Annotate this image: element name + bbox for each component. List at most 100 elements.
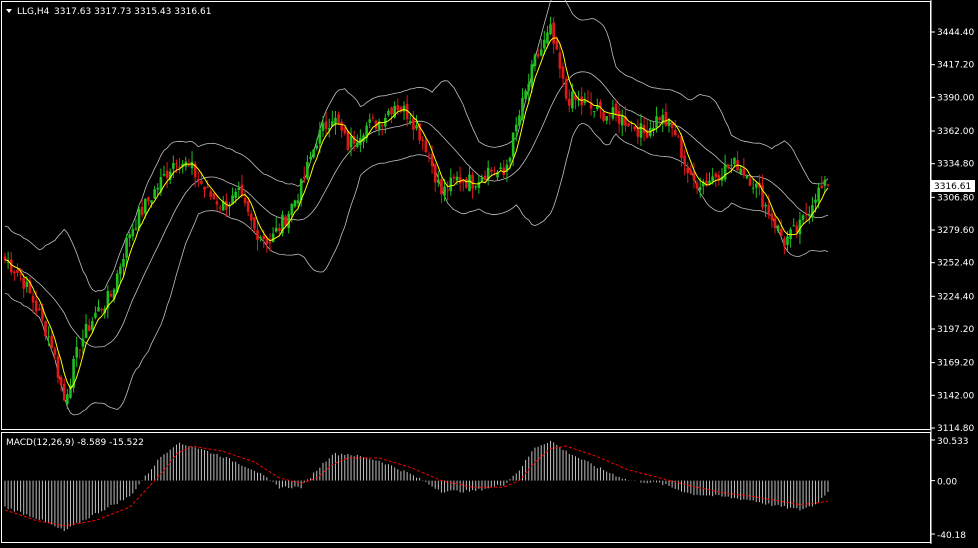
candle-body	[783, 238, 786, 247]
candle-body	[265, 238, 269, 244]
candle-body	[443, 186, 446, 196]
candle-body	[59, 377, 63, 385]
candle-body	[90, 320, 94, 330]
candle-body	[490, 169, 493, 172]
candle-body	[318, 129, 322, 144]
price-tick-label: 3197.20	[937, 325, 974, 335]
candle-body	[742, 168, 746, 176]
candle-body	[820, 185, 824, 189]
candle-body	[455, 176, 459, 181]
candle-body	[683, 155, 686, 165]
candle-body	[452, 176, 456, 179]
candle-body	[754, 183, 758, 188]
candle-body	[792, 225, 796, 227]
candle-body	[779, 228, 783, 236]
candle-body	[340, 122, 343, 131]
symbol-label: LLG,H4	[17, 7, 50, 17]
chart-window[interactable]: 3444.40 3417.20 3390.00 3362.00 3334.80 3306.…	[0, 0, 978, 544]
candle-body	[733, 157, 736, 165]
candle-body	[262, 235, 266, 240]
candle-body	[708, 180, 711, 184]
candle-body	[571, 91, 574, 109]
candle-body	[471, 174, 474, 189]
candle-body	[396, 105, 400, 111]
candle-body	[449, 177, 453, 192]
candle-body	[483, 175, 487, 180]
candle-body	[711, 176, 714, 182]
candle-body	[78, 349, 82, 351]
price-tick-label: 3362.00	[937, 127, 974, 137]
price-tick-label: 3279.60	[937, 226, 974, 236]
price-tick-label: 3142.00	[937, 391, 974, 401]
candle-body	[730, 164, 733, 166]
candle-body	[125, 237, 128, 258]
candle-body	[764, 204, 767, 207]
candle-body	[421, 139, 425, 142]
candle-body	[256, 229, 259, 240]
candle-body	[44, 321, 47, 337]
candle-body	[433, 164, 437, 183]
candle-body	[380, 125, 384, 127]
candle-body	[128, 234, 131, 239]
candle-body	[37, 308, 41, 311]
candle-body	[34, 300, 38, 312]
candle-body	[302, 176, 306, 179]
candle-body	[567, 98, 571, 106]
candle-body	[309, 157, 312, 160]
candle-body	[608, 114, 612, 116]
candle-body	[611, 107, 615, 119]
price-tick-label: 3306.80	[937, 193, 974, 203]
macd-tick-label: -40.18	[937, 531, 966, 541]
macd-tick-label: 0.00	[937, 478, 957, 488]
candle-body	[673, 129, 677, 136]
price-tick-label: 3417.20	[937, 61, 974, 71]
ohlc-readout: 3317.63 3317.73 3315.43 3316.61	[54, 7, 211, 17]
candle-body	[795, 225, 799, 232]
candle-body	[465, 178, 468, 188]
candle-body	[583, 100, 587, 103]
candle-body	[627, 123, 630, 127]
candle-body	[140, 206, 144, 216]
candle-body	[518, 115, 521, 126]
candle-body	[767, 205, 771, 216]
candle-body	[458, 176, 462, 184]
candle-body	[218, 207, 222, 209]
candle-body	[13, 271, 16, 274]
candle-body	[109, 293, 113, 297]
candle-body	[31, 295, 35, 303]
candle-body	[620, 116, 624, 126]
candle-body	[243, 197, 247, 204]
candle-body	[639, 123, 643, 138]
candle-body	[539, 49, 543, 56]
candle-body	[321, 123, 325, 131]
candle-body	[807, 213, 811, 216]
candle-body	[371, 117, 375, 119]
candle-body	[561, 66, 565, 79]
candle-body	[234, 191, 237, 198]
candle-body	[349, 136, 353, 148]
candle-body	[524, 90, 527, 99]
candle-body	[546, 32, 549, 44]
candle-body	[402, 105, 406, 112]
candle-body	[165, 170, 169, 178]
candle-body	[390, 107, 393, 115]
chart-svg[interactable]: 3444.40 3417.20 3390.00 3362.00 3334.80 3306.…	[0, 0, 978, 544]
candle-body	[387, 110, 390, 116]
candle-body	[203, 186, 206, 190]
candle-body	[278, 228, 281, 232]
candle-body	[440, 179, 443, 195]
candle-body	[770, 213, 774, 221]
candle-body	[237, 188, 241, 190]
candle-body	[346, 131, 350, 150]
candle-body	[268, 242, 272, 244]
candle-body	[521, 97, 524, 119]
candle-body	[94, 312, 97, 318]
candle-body	[804, 213, 808, 216]
candle-body	[196, 179, 200, 181]
candle-body	[25, 281, 29, 287]
candle-body	[337, 114, 340, 125]
candle-body	[53, 348, 57, 355]
candle-body	[552, 22, 555, 44]
candle-body	[412, 117, 415, 130]
candle-body	[427, 154, 431, 156]
